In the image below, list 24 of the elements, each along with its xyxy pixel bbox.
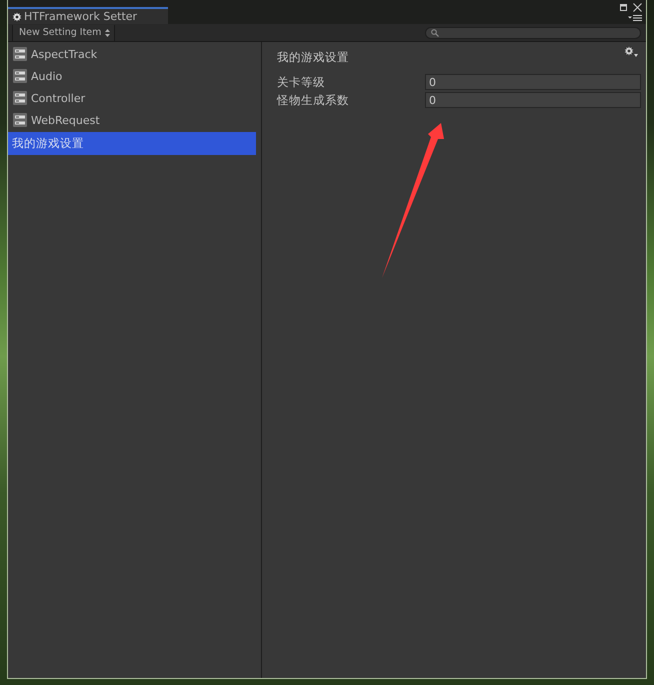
- window-tab[interactable]: HTFramework Setter: [8, 7, 168, 24]
- settings-icon[interactable]: [624, 46, 638, 57]
- rows-tile-icon: [13, 91, 27, 105]
- input-field[interactable]: 0: [425, 92, 641, 108]
- gear-icon: [12, 12, 22, 22]
- sidebar-item[interactable]: Controller: [8, 87, 256, 109]
- dropdown-button[interactable]: New Setting Item: [12, 24, 116, 40]
- field-label: 关卡等级: [277, 74, 326, 90]
- sidebar-item[interactable]: Audio: [8, 65, 256, 87]
- sidebar-item[interactable]: WebRequest: [8, 109, 256, 131]
- updown-caret-icon: [105, 28, 110, 36]
- sidebar-item[interactable]: AspectTrack: [8, 43, 256, 65]
- rows-tile-icon: [13, 113, 27, 127]
- search-field[interactable]: [425, 26, 641, 38]
- input-field[interactable]: 0: [425, 74, 641, 90]
- rows-tile-icon: [13, 69, 27, 83]
- search-icon: [431, 28, 439, 36]
- sidebar-item[interactable]: 我的游戏设置: [8, 132, 256, 155]
- maximize-icon[interactable]: [620, 4, 627, 11]
- field-label: 怪物生成系数: [277, 92, 350, 108]
- menu-icon[interactable]: [628, 15, 642, 21]
- rows-tile-icon: [13, 47, 27, 61]
- close-icon[interactable]: [633, 3, 642, 12]
- panel-title: 我的游戏设置: [277, 50, 349, 65]
